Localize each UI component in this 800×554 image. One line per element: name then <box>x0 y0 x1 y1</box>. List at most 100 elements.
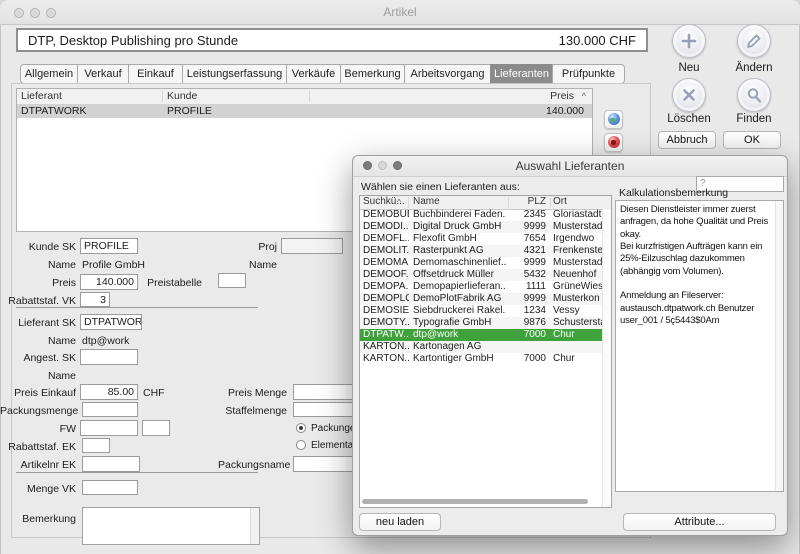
col-lieferant[interactable]: Lieferant <box>21 90 62 102</box>
plus-icon <box>680 32 698 50</box>
fw-field[interactable] <box>80 420 138 436</box>
scrollbar[interactable] <box>250 508 259 544</box>
kunde-name-value: Profile GmbH <box>82 259 145 271</box>
packungsmenge-label: Packungsmenge <box>0 405 76 417</box>
bemerkung-label: Bemerkung <box>0 513 76 525</box>
abbruch-button[interactable]: Abbruch <box>658 131 716 149</box>
supplier-row[interactable]: DEMOOF...Offsetdruck Müller5432Neuenhof <box>360 269 602 281</box>
divider <box>16 472 258 473</box>
list-header: Suchkü... ^ Name PLZ Ort <box>360 196 611 210</box>
lieferant-sk-label: Lieferant SK <box>0 317 76 329</box>
lieferant-sk-field[interactable]: DTPATWORK <box>80 314 142 330</box>
packungsmenge-field[interactable] <box>82 402 138 417</box>
loeschen-button[interactable] <box>672 78 706 112</box>
supplier-row[interactable]: DEMOPA...Demopapierlieferan...1111GrüneW… <box>360 281 602 293</box>
finden-button[interactable] <box>737 78 771 112</box>
table-row[interactable]: DTPATWORK PROFILE 140.000 <box>17 104 592 118</box>
supplier-cell: Siebdruckerei Rakel... <box>413 305 506 317</box>
staffelmenge-field[interactable] <box>293 402 359 417</box>
supplier-row[interactable]: DEMOMA...Demomaschinenlief...9999Musters… <box>360 257 602 269</box>
rabattstaf-ek-label: Rabattstaf. EK <box>0 441 76 453</box>
supplier-row[interactable]: DEMOTY...Typografie GmbH9876Schusterstad… <box>360 317 602 329</box>
fw-field-2[interactable] <box>142 420 170 436</box>
preis-einkauf-field[interactable]: 85.00 <box>80 384 138 400</box>
tab-arbeitsvorgang[interactable]: Arbeitsvorgang <box>404 64 491 84</box>
col-preis[interactable]: Preis <box>550 90 574 102</box>
proj-field[interactable] <box>281 238 343 254</box>
tab-bar: Allgemein Verkauf Einkauf Leistungserfas… <box>20 64 625 84</box>
col-name[interactable]: Name <box>413 196 506 207</box>
vertical-scrollbar[interactable] <box>602 209 611 507</box>
bemerkung-textarea[interactable] <box>82 507 260 545</box>
magnifier-icon <box>745 86 763 104</box>
artikelnr-ek-label: Artikelnr EK <box>0 459 76 471</box>
supplier-cell: dtp@work <box>413 329 506 341</box>
window-title: Artikel <box>0 5 800 19</box>
supplier-row[interactable]: KARTON...Kartontiger GmbH7000Chur <box>360 353 602 365</box>
menge-vk-field[interactable] <box>82 480 138 495</box>
supplier-cell: Buchbinderei Faden... <box>413 209 506 221</box>
ok-button[interactable]: OK <box>723 131 781 149</box>
supplier-cell: Kartontiger GmbH <box>413 353 506 365</box>
artikel-window: Artikel DTP, Desktop Publishing pro Stun… <box>0 0 800 554</box>
tab-verkauf[interactable]: Verkauf <box>77 64 129 84</box>
supplier-cell: DEMOLIT... <box>363 245 409 257</box>
lieferant-name-label: Name <box>0 335 76 347</box>
tab-verkaeufe[interactable]: Verkäufe <box>286 64 341 84</box>
preistabelle-field[interactable] <box>218 273 246 288</box>
preis-menge-field[interactable] <box>293 384 359 400</box>
tab-lieferanten[interactable]: Lieferanten <box>490 64 553 84</box>
supplier-row[interactable]: DTPATW...dtp@work7000Chur <box>360 329 602 341</box>
supplier-row[interactable]: DEMOPLOTDemoPlotFabrik AG9999Musterkon <box>360 293 602 305</box>
supplier-row[interactable]: DEMOSIEBSiebdruckerei Rakel...1234Vessy <box>360 305 602 317</box>
record-icon <box>608 136 620 148</box>
supplier-row[interactable]: DEMOBUBIBuchbinderei Faden...2345Glorias… <box>360 209 602 221</box>
supplier-row[interactable]: DEMOFL...Flexofit GmbH7654Irgendwo <box>360 233 602 245</box>
product-name: DTP, Desktop Publishing pro Stunde <box>28 33 238 48</box>
supplier-row[interactable]: DEMODI...Digital Druck GmbH9999Mustersta… <box>360 221 602 233</box>
preis-field[interactable]: 140.000 <box>80 274 138 290</box>
rabattstaf-ek-field[interactable] <box>82 438 110 453</box>
supplier-cell: 1234 <box>506 305 546 317</box>
product-header-field[interactable]: DTP, Desktop Publishing pro Stunde 130.0… <box>16 28 648 52</box>
supplier-cell: DEMOBUBI <box>363 209 409 221</box>
packungsname-field[interactable] <box>293 456 359 472</box>
tab-pruefpunkte[interactable]: Prüfpunkte <box>552 64 625 84</box>
artikelnr-ek-field[interactable] <box>82 456 140 472</box>
col-suchkuerzel[interactable]: Suchkü... <box>363 196 409 207</box>
rabattstaf-vk-field[interactable]: 3 <box>80 292 110 307</box>
kalkulationsbemerkung-box[interactable]: Diesen Dienstleister immer zuerst anfrag… <box>615 200 784 492</box>
neu-laden-button[interactable]: neu laden <box>359 513 441 531</box>
col-kunde[interactable]: Kunde <box>167 90 197 102</box>
record-button[interactable] <box>604 133 623 152</box>
supplier-cell: KARTON... <box>363 353 409 365</box>
col-ort[interactable]: Ort <box>553 196 610 207</box>
angest-sk-field[interactable] <box>80 349 138 365</box>
supplier-cell: DEMOOF... <box>363 269 409 281</box>
neu-button[interactable] <box>672 24 706 58</box>
menge-vk-label: Menge VK <box>0 483 76 495</box>
supplier-cell: DEMOMA... <box>363 257 409 269</box>
cell-preis: 140.000 <box>546 105 584 117</box>
proj-name-label: Name <box>235 259 277 271</box>
supplier-row[interactable]: DEMOLIT...Rasterpunkt AG4321Frenkenstein <box>360 245 602 257</box>
proj-label: Proj <box>235 241 277 253</box>
tab-allgemein[interactable]: Allgemein <box>20 64 78 84</box>
packungen-radio[interactable] <box>296 423 306 433</box>
kunde-sk-field[interactable]: PROFILE <box>80 238 138 254</box>
tab-einkauf[interactable]: Einkauf <box>128 64 183 84</box>
cell-kunde: PROFILE <box>167 105 212 117</box>
tab-bemerkung[interactable]: Bemerkung <box>340 64 405 84</box>
tab-leistungserfassung[interactable]: Leistungserfassung <box>182 64 287 84</box>
preis-einkauf-label: Preis Einkauf <box>0 387 76 399</box>
aendern-button[interactable] <box>737 24 771 58</box>
col-plz[interactable]: PLZ <box>506 196 546 207</box>
globe-button[interactable] <box>604 110 623 129</box>
fw-label: FW <box>0 423 76 435</box>
elementarmenge-radio[interactable] <box>296 440 306 450</box>
scrollbar[interactable] <box>775 201 783 491</box>
horizontal-scrollbar[interactable] <box>362 499 588 504</box>
attribute-button[interactable]: Attribute... <box>623 513 776 531</box>
supplier-row[interactable]: KARTON...Kartonagen AG <box>360 341 602 353</box>
angest-sk-label: Angest. SK <box>0 352 76 364</box>
